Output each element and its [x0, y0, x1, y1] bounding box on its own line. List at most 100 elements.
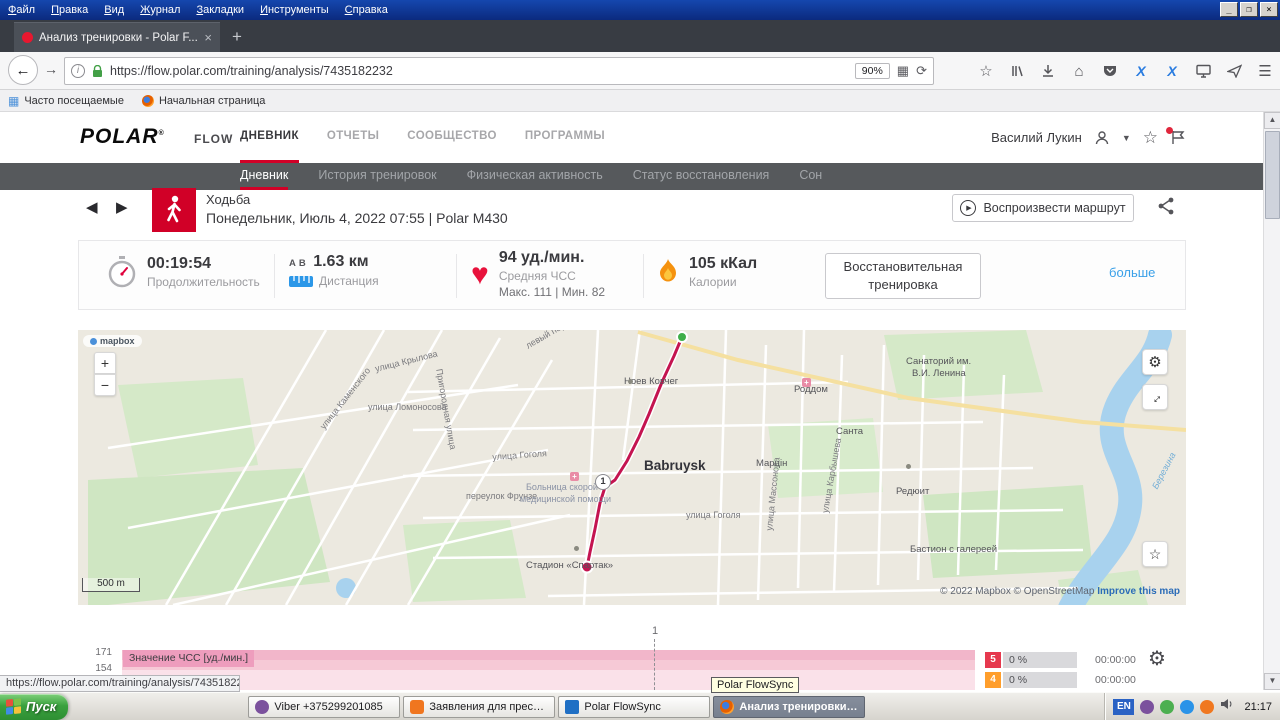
share-icon[interactable] — [1156, 196, 1176, 219]
polar-nav-item[interactable]: ОТЧЕТЫ — [327, 112, 379, 163]
map-label: улица Карбышева — [820, 437, 843, 514]
session-datetime: Понедельник, Июль 4, 2022 07:55 | Polar … — [206, 210, 508, 226]
zone-badge: 5 — [985, 652, 1001, 668]
map-label: Санта — [836, 426, 863, 437]
system-tray: EN 21:17 — [1104, 693, 1280, 720]
menu-item[interactable]: Инструменты — [252, 0, 337, 20]
previous-session-button[interactable]: ◀ — [86, 198, 98, 216]
hamburger-menu-icon[interactable]: ☰ — [1256, 62, 1274, 80]
menu-item[interactable]: Вид — [96, 0, 132, 20]
polar-nav-item[interactable]: ДНЕВНИК — [240, 112, 299, 163]
menu-item[interactable]: Журнал — [132, 0, 188, 20]
library-icon[interactable] — [1008, 64, 1026, 78]
point-b-label: В — [299, 258, 306, 269]
map-scale: 500 m — [82, 578, 140, 592]
extension-x2-icon[interactable]: X — [1163, 63, 1181, 79]
url-bar[interactable]: i https://flow.polar.com/training/analys… — [64, 57, 934, 85]
antivirus-tray-icon[interactable] — [1160, 700, 1174, 714]
hr-zone-row: 50 %00:00:00 — [985, 652, 1136, 668]
browser-tab[interactable]: Анализ тренировки - Polar F... × — [14, 22, 220, 52]
extension-x-icon[interactable]: X — [1132, 63, 1150, 79]
reload-icon[interactable]: ⟳ — [916, 63, 927, 79]
taskbar-button-label: Viber +375299201085 — [274, 701, 382, 713]
taskbar-button[interactable]: Polar FlowSync — [558, 696, 710, 718]
polar-nav-item[interactable]: ПРОГРАММЫ — [525, 112, 605, 163]
close-button[interactable]: × — [1260, 2, 1278, 17]
update-tray-icon[interactable] — [1200, 700, 1214, 714]
pocket-icon[interactable] — [1101, 65, 1119, 78]
tab-close-icon[interactable]: × — [204, 30, 212, 45]
screenshot-monitor-icon[interactable] — [1194, 64, 1212, 78]
polar-subnav-item[interactable]: Физическая активность — [467, 163, 603, 190]
forward-button[interactable]: → — [44, 61, 58, 77]
zone-percent-bar: 0 % — [1003, 652, 1077, 668]
user-name[interactable]: Василий Лукин — [991, 130, 1082, 145]
favorites-star-icon[interactable]: ☆ — [1143, 128, 1158, 148]
y-axis-label: 171 — [82, 647, 112, 658]
window-controls: _ ❐ × — [1220, 2, 1278, 17]
map-favorite-star-icon[interactable]: ☆ — [1142, 541, 1168, 567]
map-zoom-in-button[interactable]: + — [94, 352, 116, 374]
taskbar-button[interactable]: Заявления для прессы ... — [403, 696, 555, 718]
scrollbar-thumb[interactable] — [1265, 131, 1280, 219]
account-person-icon[interactable] — [1094, 130, 1110, 146]
training-benefit-button[interactable]: Восстановительная тренировка — [825, 253, 981, 299]
url-text[interactable]: https://flow.polar.com/training/analysis… — [110, 64, 848, 78]
divider — [274, 254, 275, 298]
polar-subnav-item[interactable]: Дневник — [240, 163, 288, 190]
polar-nav-item[interactable]: СООБЩЕСТВО — [407, 112, 497, 163]
hr-zone-summary: 50 %00:00:0040 %00:00:00 — [985, 652, 1136, 688]
polar-subnav-item[interactable]: История тренировок — [318, 163, 436, 190]
replay-route-button[interactable]: ▶ Воспроизвести маршрут — [952, 194, 1134, 222]
viber-tray-icon[interactable] — [1140, 700, 1154, 714]
route-map[interactable]: улица Крыловаулица Каменскогоулица Ломон… — [78, 330, 1186, 605]
minimize-button[interactable]: _ — [1220, 2, 1238, 17]
polar-subnav-item[interactable]: Сон — [799, 163, 822, 190]
polar-main-nav: ДНЕВНИК ОТЧЕТЫ СООБЩЕСТВО ПРОГРАММЫ — [240, 112, 605, 163]
restore-button[interactable]: ❐ — [1240, 2, 1258, 17]
bookmark-home[interactable]: Начальная страница — [142, 95, 265, 107]
bookmark-frequent[interactable]: ▦ Часто посещаемые — [8, 94, 124, 108]
menu-item[interactable]: Справка — [337, 0, 396, 20]
home-icon[interactable]: ⌂ — [1070, 63, 1088, 80]
improve-map-link[interactable]: Improve this map — [1097, 586, 1180, 597]
map-fullscreen-icon[interactable]: ↔ — [1142, 384, 1168, 410]
y-axis-label: 154 — [82, 663, 112, 674]
taskbar-button[interactable]: Viber +375299201085 — [248, 696, 400, 718]
bookmark-star-icon[interactable]: ☆ — [977, 62, 995, 80]
map-settings-gear-icon[interactable]: ⚙ — [1142, 349, 1168, 375]
calories-stat: 105 кКал Калории — [657, 255, 757, 289]
polar-logo[interactable]: POLAR® — [80, 125, 165, 149]
scroll-down-icon[interactable]: ▼ — [1264, 673, 1280, 690]
language-indicator[interactable]: EN — [1113, 699, 1134, 715]
next-session-button[interactable]: ▶ — [116, 198, 128, 216]
menu-item[interactable]: Правка — [43, 0, 96, 20]
mapbox-logo[interactable]: mapbox — [83, 335, 142, 347]
map-label: улица Крылова — [374, 349, 439, 374]
download-icon[interactable] — [1039, 64, 1057, 78]
more-link[interactable]: больше — [1109, 265, 1155, 280]
map-label: медицинской помощи — [520, 494, 611, 504]
page-scrollbar[interactable]: ▲ ▼ — [1263, 112, 1280, 690]
page-info-icon[interactable]: i — [71, 64, 85, 78]
scroll-up-icon[interactable]: ▲ — [1264, 112, 1280, 129]
zoom-level-badge[interactable]: 90% — [855, 63, 890, 79]
send-tab-icon[interactable] — [1225, 64, 1243, 78]
map-poi-icon — [906, 464, 911, 469]
menu-item[interactable]: Файл — [0, 0, 43, 20]
polar-subnav-item[interactable]: Статус восстановления — [633, 163, 770, 190]
windows-logo-icon — [6, 698, 21, 715]
new-tab-button[interactable]: + — [232, 27, 242, 47]
map-zoom-out-button[interactable]: − — [94, 374, 116, 396]
menu-item[interactable]: Закладки — [188, 0, 252, 20]
flowsync-tray-icon[interactable] — [1180, 700, 1194, 714]
back-button[interactable]: ← — [8, 55, 38, 85]
grid-icon[interactable]: ▦ — [897, 63, 909, 79]
notification-flag-icon[interactable] — [1170, 130, 1186, 145]
volume-icon[interactable] — [1220, 697, 1234, 716]
chart-settings-gear-icon[interactable]: ⚙ — [1148, 646, 1166, 671]
taskbar-clock: 21:17 — [1244, 701, 1272, 713]
taskbar-button[interactable]: Анализ тренировки - ... — [713, 696, 865, 718]
start-button[interactable]: Пуск — [0, 694, 68, 720]
chevron-down-icon[interactable]: ▼ — [1122, 133, 1131, 143]
